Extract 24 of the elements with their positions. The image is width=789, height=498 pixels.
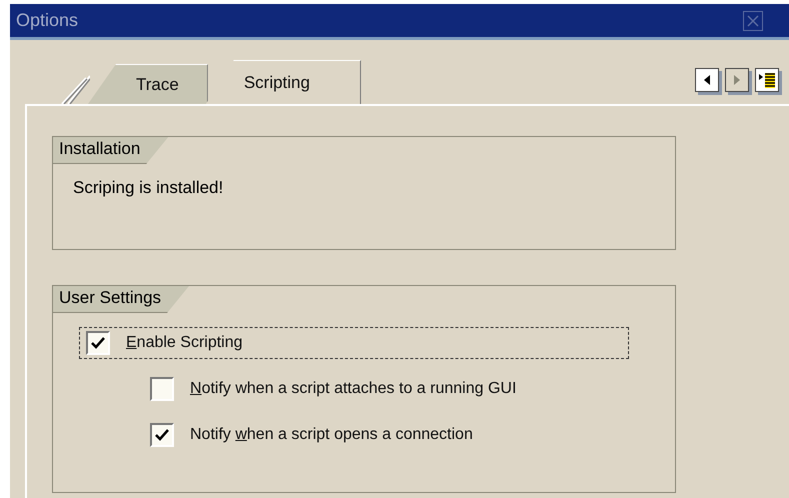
checkbox-row[interactable]: Notify when a script opens a connection bbox=[143, 419, 675, 451]
checkbox-label: Notify when a script opens a connection bbox=[190, 426, 473, 444]
checkmark-icon bbox=[91, 337, 105, 349]
close-icon bbox=[747, 14, 759, 26]
checkbox-label: Notify when a script attaches to a running GUI bbox=[190, 380, 516, 398]
prev-tab-button[interactable] bbox=[695, 68, 719, 92]
window-title: Options bbox=[16, 10, 78, 31]
checkbox[interactable] bbox=[86, 331, 110, 355]
right-arrow-icon bbox=[734, 75, 740, 85]
checkbox-label: Enable Scripting bbox=[126, 334, 243, 352]
group-title: Installation bbox=[53, 137, 168, 164]
checkbox-row[interactable]: Enable Scripting bbox=[79, 327, 629, 359]
tab[interactable]: Scripting bbox=[206, 60, 361, 104]
list-tab-button[interactable] bbox=[755, 68, 779, 92]
checkbox[interactable] bbox=[150, 377, 174, 401]
checkbox[interactable] bbox=[150, 423, 174, 447]
checkbox-row[interactable]: Notify when a script attaches to a running GUI bbox=[143, 373, 675, 405]
checkmark-icon bbox=[155, 429, 169, 441]
status-message: Scriping is installed! bbox=[72, 177, 224, 198]
group-title: User Settings bbox=[53, 286, 190, 313]
left-arrow-icon bbox=[704, 75, 710, 85]
close-button[interactable] bbox=[743, 10, 763, 30]
tab[interactable]: Trace bbox=[88, 64, 208, 104]
list-icon bbox=[759, 72, 775, 88]
